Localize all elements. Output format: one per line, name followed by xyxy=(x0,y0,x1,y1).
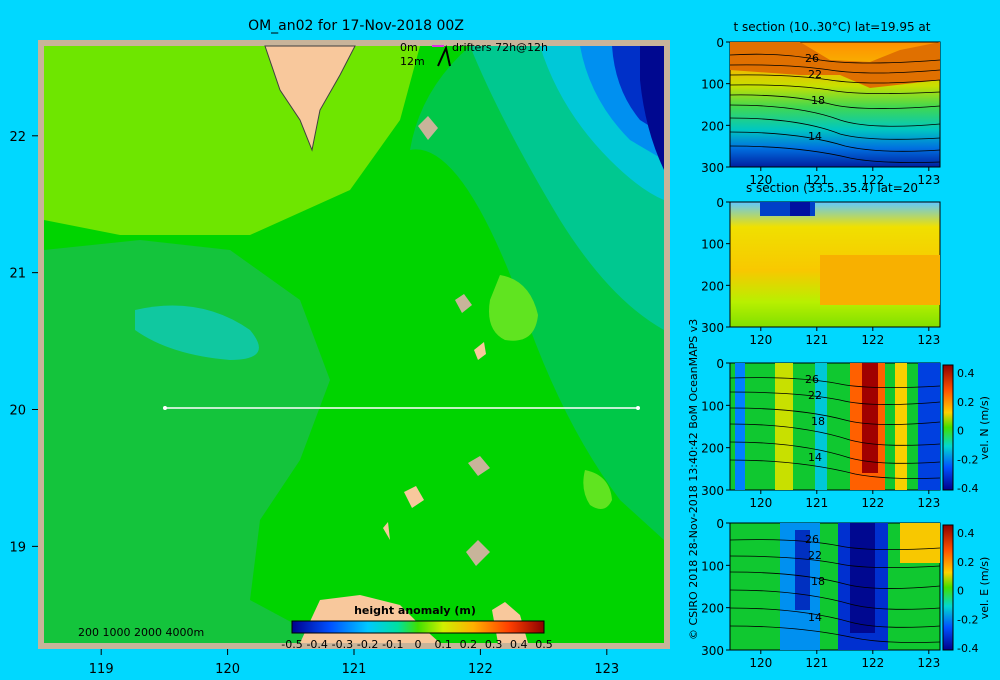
map-y-tick-label: 21 xyxy=(9,267,26,282)
section-y-tick-label: 100 xyxy=(701,238,724,252)
contour-label: 14 xyxy=(808,451,822,464)
s-section-title: s section (33.5..35.4) lat=20 xyxy=(746,181,918,195)
contour-label: 22 xyxy=(808,68,822,81)
colorbar-tick-label: 0.3 xyxy=(485,638,503,651)
section-y-tick-label: 200 xyxy=(701,602,724,616)
map-x-axis: 119 120 121 122 123 xyxy=(89,649,619,677)
legend-drifters: drifters 72h@12h xyxy=(452,41,548,54)
colorbar-tick-label: -0.1 xyxy=(382,638,403,651)
vel-colorbar-tick-label: 0.2 xyxy=(957,556,975,569)
colorbar-tick-label: 0.5 xyxy=(535,638,553,651)
section-x-tick-label: 123 xyxy=(917,173,940,187)
colorbar-tick-label: 0.1 xyxy=(434,638,452,651)
vel-colorbar-tick-label: -0.4 xyxy=(957,482,978,495)
map-y-tick-label: 20 xyxy=(9,404,26,419)
section-x-tick-label: 123 xyxy=(917,656,940,670)
colorbar-label: height anomaly (m) xyxy=(354,604,476,617)
map-x-tick-label: 122 xyxy=(468,662,493,677)
vel-colorbar-tick-label: 0.4 xyxy=(957,367,975,380)
section-y-tick-label: 0 xyxy=(716,196,724,210)
vel-n-label: vel. N (m/s) xyxy=(978,396,991,460)
section-y-tick-label: 300 xyxy=(701,321,724,335)
map-x-tick-label: 123 xyxy=(594,662,619,677)
colorbar xyxy=(291,620,545,634)
vel-colorbar-tick-label: 0.2 xyxy=(957,396,975,409)
t-section-panel: t section (10..30°C) lat=19.95 at 26 22 18… xyxy=(701,20,941,187)
section-y-tick-label: 100 xyxy=(701,559,724,573)
section-x-tick-label: 122 xyxy=(861,496,884,510)
contour-label: 18 xyxy=(811,575,825,588)
colorbar-ticks: -0.5 -0.4 -0.3 -0.2 -0.1 0 0.1 0.2 0.3 0.4 0.5 xyxy=(281,638,552,651)
section-x-tick-label: 121 xyxy=(805,656,828,670)
map-y-tick-label: 19 xyxy=(9,540,26,555)
contour-label: 22 xyxy=(808,389,822,402)
vel-e-panel: 26 22 18 14 0.4 0.2 0 -0.2 -0.4 vel. E (m/s) 12… xyxy=(701,517,991,670)
section-y-tick-label: 300 xyxy=(701,484,724,498)
contour-label: 26 xyxy=(805,373,819,386)
section-y-tick-label: 200 xyxy=(701,442,724,456)
section-x-tick-label: 123 xyxy=(917,333,940,347)
map-title: OM_an02 for 17-Nov-2018 00Z xyxy=(248,18,464,34)
colorbar-tick-label: -0.5 xyxy=(281,638,302,651)
contour-label: 14 xyxy=(808,130,822,143)
contour-label: 26 xyxy=(805,52,819,65)
section-y-tick-label: 300 xyxy=(701,644,724,658)
section-x-tick-label: 123 xyxy=(917,496,940,510)
contour-label: 18 xyxy=(811,94,825,107)
map-panel: 0m drifters 72h@12h 12m 200 1000 2000 40… xyxy=(9,40,670,677)
colorbar-tick-label: 0.2 xyxy=(460,638,478,651)
vel-n-field xyxy=(729,362,941,491)
legend-12m: 12m xyxy=(400,55,425,68)
colorbar-tick-label: 0.4 xyxy=(510,638,528,651)
section-y-tick-label: 100 xyxy=(701,399,724,413)
contour-label: 18 xyxy=(811,415,825,428)
s-section-panel: s section (33.5..35.4) lat=20 120 121 122 1… xyxy=(701,181,941,347)
transect-start-marker xyxy=(163,406,167,410)
section-y-tick-label: 0 xyxy=(716,357,724,371)
section-x-tick-label: 121 xyxy=(805,333,828,347)
height-anomaly-field xyxy=(44,46,664,643)
vel-e-colorbar xyxy=(942,524,954,651)
section-y-tick-label: 200 xyxy=(701,279,724,293)
transect-end-marker xyxy=(636,406,640,410)
section-x-tick-label: 120 xyxy=(749,656,772,670)
vel-colorbar-tick-label: -0.4 xyxy=(957,642,978,655)
figure: OM_an02 for 17-Nov-2018 00Z 0m drifters … xyxy=(9,18,991,677)
section-y-tick-label: 300 xyxy=(701,161,724,175)
colorbar-tick-label: -0.2 xyxy=(357,638,378,651)
colorbar-tick-label: -0.4 xyxy=(306,638,327,651)
colorbar-tick-label: 0 xyxy=(415,638,422,651)
bathymetry-legend: 200 1000 2000 4000m xyxy=(78,626,204,639)
vel-colorbar-tick-label: 0 xyxy=(957,425,964,438)
section-x-tick-label: 121 xyxy=(805,496,828,510)
vel-colorbar-tick-label: -0.2 xyxy=(957,453,978,466)
credit-text: © CSIRO 2018 28-Nov-2018 13:40:42 BoM Oc… xyxy=(687,319,700,640)
map-y-tick-label: 22 xyxy=(9,130,26,145)
map-x-tick-label: 120 xyxy=(215,662,240,677)
section-y-tick-label: 200 xyxy=(701,119,724,133)
vel-n-panel: 26 22 18 14 0.4 0.2 0 -0.2 -0.4 vel. N (m/s) 12… xyxy=(701,357,991,510)
section-x-tick-label: 122 xyxy=(861,656,884,670)
colorbar-tick-label: -0.3 xyxy=(332,638,353,651)
vel-e-label: vel. E (m/s) xyxy=(978,557,991,620)
vel-colorbar-tick-label: 0.4 xyxy=(957,527,975,540)
map-x-tick-label: 119 xyxy=(89,662,114,677)
section-y-tick-label: 0 xyxy=(716,517,724,531)
contour-label: 14 xyxy=(808,611,822,624)
map-x-tick-label: 121 xyxy=(342,662,367,677)
legend-0m: 0m xyxy=(400,41,418,54)
vel-n-colorbar xyxy=(942,364,954,491)
map-y-axis: 22 21 20 19 xyxy=(9,130,38,555)
contour-label: 22 xyxy=(808,549,822,562)
section-y-tick-label: 0 xyxy=(716,36,724,50)
t-section-title: t section (10..30°C) lat=19.95 at xyxy=(734,20,931,34)
section-x-tick-label: 120 xyxy=(749,333,772,347)
section-x-tick-label: 120 xyxy=(749,496,772,510)
vel-colorbar-tick-label: -0.2 xyxy=(957,613,978,626)
vel-colorbar-tick-label: 0 xyxy=(957,585,964,598)
section-x-tick-label: 122 xyxy=(861,333,884,347)
section-y-tick-label: 100 xyxy=(701,78,724,92)
contour-label: 26 xyxy=(805,533,819,546)
